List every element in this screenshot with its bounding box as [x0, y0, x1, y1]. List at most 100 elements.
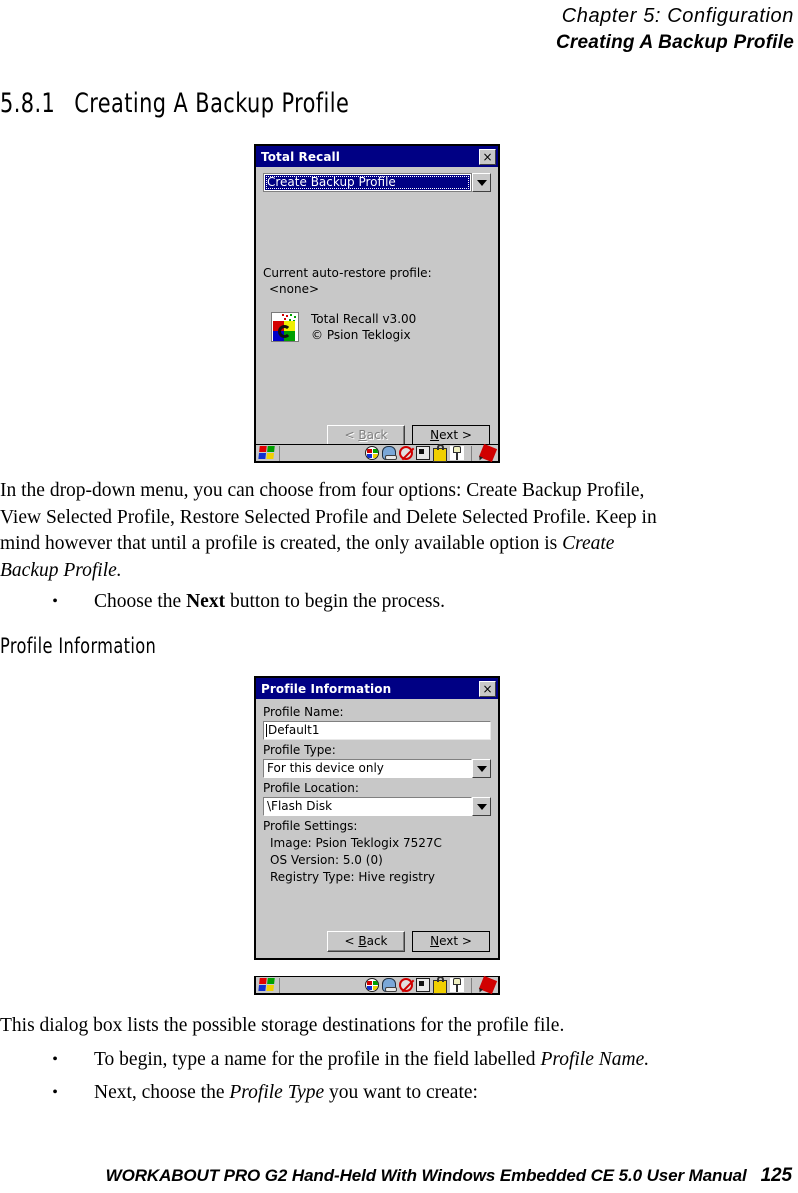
- auto-restore-value: <none>: [269, 282, 320, 296]
- paragraph-line-4: Backup Profile.: [0, 559, 122, 581]
- start-button-icon[interactable]: [258, 446, 275, 460]
- next-button[interactable]: Next >: [412, 425, 490, 446]
- bullet-marker: •: [52, 1051, 58, 1068]
- taskbar-divider: [279, 977, 280, 993]
- bullet-text-emphasis: Profile Type: [229, 1082, 325, 1103]
- desktop-icon[interactable]: [382, 446, 397, 460]
- section-title: Creating A Backup Profile: [74, 88, 350, 119]
- power-plug-icon[interactable]: [450, 446, 464, 460]
- profile-settings-list: Image: Psion Teklogix 7527C OS Version: …: [263, 835, 491, 886]
- bullet-text-a: To begin, type a name for the profile in…: [94, 1049, 541, 1070]
- paragraph-line-2: View Selected Profile, Restore Selected …: [0, 506, 657, 528]
- chevron-down-icon[interactable]: [472, 173, 491, 192]
- footer-manual-title: WORKABOUT PRO G2 Hand-Held With Windows …: [105, 1166, 747, 1185]
- bullet-text: Next, choose the Profile Type you want t…: [66, 1080, 764, 1107]
- dialog-titlebar: Total Recall ×: [256, 146, 498, 167]
- action-select[interactable]: Create Backup Profile: [263, 173, 491, 192]
- dialog2-body: Profile Name: Default1 Profile Type: For…: [256, 699, 498, 931]
- subsection-title-text: Profile Information: [0, 634, 157, 658]
- keyboard-panel-icon[interactable]: [416, 978, 430, 992]
- bullet-text-emphasis: Profile Name.: [540, 1049, 650, 1070]
- profile-location-select[interactable]: \Flash Disk: [263, 797, 491, 816]
- bullet-type-name: • To begin, type a name for the profile …: [44, 1047, 764, 1074]
- bullet-text: To begin, type a name for the profile in…: [66, 1047, 764, 1074]
- dialog-body: Create Backup Profile Current auto-resto…: [256, 167, 498, 425]
- next-button-accel: N: [430, 934, 440, 948]
- bullet-marker: •: [52, 1084, 58, 1101]
- profile-settings-label: Profile Settings:: [263, 819, 358, 833]
- bullet-text-c: button to begin the process.: [225, 591, 445, 612]
- profile-location-label: Profile Location:: [263, 781, 359, 795]
- keyboard-panel-icon[interactable]: [416, 446, 430, 460]
- desktop-icon[interactable]: [382, 978, 397, 992]
- taskbar-divider-2: [471, 977, 472, 993]
- back-button-rest: ack: [366, 428, 388, 442]
- next-button-accel: N: [430, 428, 440, 442]
- paragraph-line-1: In the drop-down menu, you can choose fr…: [0, 480, 645, 501]
- profile-type-value[interactable]: For this device only: [263, 759, 472, 778]
- network-globe-icon[interactable]: [365, 446, 379, 460]
- taskbar-2: [254, 975, 500, 995]
- volume-muted-icon[interactable]: [399, 978, 413, 992]
- paragraph-line-3-emphasis: Create: [562, 533, 615, 554]
- app-name: Total Recall v3.00: [311, 312, 417, 326]
- network-globe-icon[interactable]: [365, 978, 379, 992]
- paragraph-line-3-text: mind however that until a profile is cre…: [0, 533, 563, 554]
- paragraph-2-text: This dialog box lists the possible stora…: [0, 1015, 565, 1036]
- system-tray: [365, 975, 498, 995]
- bullet-text-a: Next, choose the: [94, 1082, 230, 1103]
- chevron-down-icon[interactable]: [472, 759, 491, 778]
- volume-muted-icon[interactable]: [399, 446, 413, 460]
- back-button-rest: ack: [366, 934, 388, 948]
- profile-name-input[interactable]: Default1: [263, 721, 491, 740]
- paragraph-drop-down-menu: In the drop-down menu, you can choose fr…: [0, 478, 780, 584]
- back-button-accel: B: [358, 934, 367, 948]
- stylus-pen-icon[interactable]: [478, 975, 498, 995]
- start-button-icon[interactable]: [258, 978, 275, 992]
- bullet-choose-profile-type: • Next, choose the Profile Type you want…: [44, 1080, 764, 1107]
- app-copyright: © Psion Teklogix: [311, 328, 411, 342]
- back-button-accel: B: [358, 428, 367, 442]
- page-title: 5.8.1 Creating A Backup Profile: [0, 88, 349, 120]
- bullet-text-a: Choose the: [94, 591, 187, 612]
- lock-icon[interactable]: [433, 443, 447, 462]
- close-icon[interactable]: ×: [479, 148, 496, 165]
- close-icon[interactable]: ×: [479, 680, 496, 697]
- profile-type-select[interactable]: For this device only: [263, 759, 491, 778]
- page-footer: WORKABOUT PRO G2 Hand-Held With Windows …: [0, 1165, 798, 1187]
- next-button[interactable]: Next >: [412, 931, 490, 952]
- bullet-text-emphasis: Next: [186, 591, 226, 612]
- refresh-arrow-icon: [278, 325, 291, 338]
- next-button-rest: ext >: [439, 428, 472, 442]
- about-text: Total Recall v3.00 © Psion Teklogix: [311, 311, 416, 343]
- profile-location-value[interactable]: \Flash Disk: [263, 797, 472, 816]
- total-recall-app-icon: [271, 312, 299, 342]
- profile-name-label: Profile Name:: [263, 705, 344, 719]
- back-button[interactable]: < Back: [327, 931, 405, 952]
- next-button-rest: ext >: [439, 934, 472, 948]
- setting-image: Image: Psion Teklogix 7527C: [270, 836, 442, 850]
- power-plug-icon[interactable]: [450, 978, 464, 992]
- system-tray: [365, 443, 498, 463]
- bullet-text: Choose the Next button to begin the proc…: [66, 589, 744, 616]
- footer-page-number: 125: [760, 1165, 793, 1186]
- running-head: Chapter 5: Configuration Creating A Back…: [0, 0, 798, 55]
- auto-restore-label: Current auto-restore profile:: [263, 266, 432, 280]
- bullet-text-c: you want to create:: [324, 1082, 478, 1103]
- back-button[interactable]: < Back: [327, 425, 405, 446]
- stylus-pen-icon[interactable]: [478, 443, 498, 463]
- paragraph-line-3: mind however that until a profile is cre…: [0, 531, 780, 558]
- action-select-field[interactable]: Create Backup Profile: [263, 173, 472, 192]
- chevron-down-icon[interactable]: [472, 797, 491, 816]
- section-number: 5.8.1: [0, 88, 56, 119]
- dialog-title: Total Recall: [261, 149, 340, 164]
- profile-type-label: Profile Type:: [263, 743, 336, 757]
- about-block: Total Recall v3.00 © Psion Teklogix: [263, 311, 491, 343]
- dialog2-title: Profile Information: [261, 681, 392, 696]
- total-recall-dialog: Total Recall × Create Backup Profile Cur…: [254, 144, 500, 454]
- lock-icon[interactable]: [433, 975, 447, 994]
- subsection-title: Profile Information: [0, 633, 161, 659]
- bullet-marker: •: [52, 593, 58, 610]
- dialog2-button-bar: < Back Next >: [256, 931, 498, 958]
